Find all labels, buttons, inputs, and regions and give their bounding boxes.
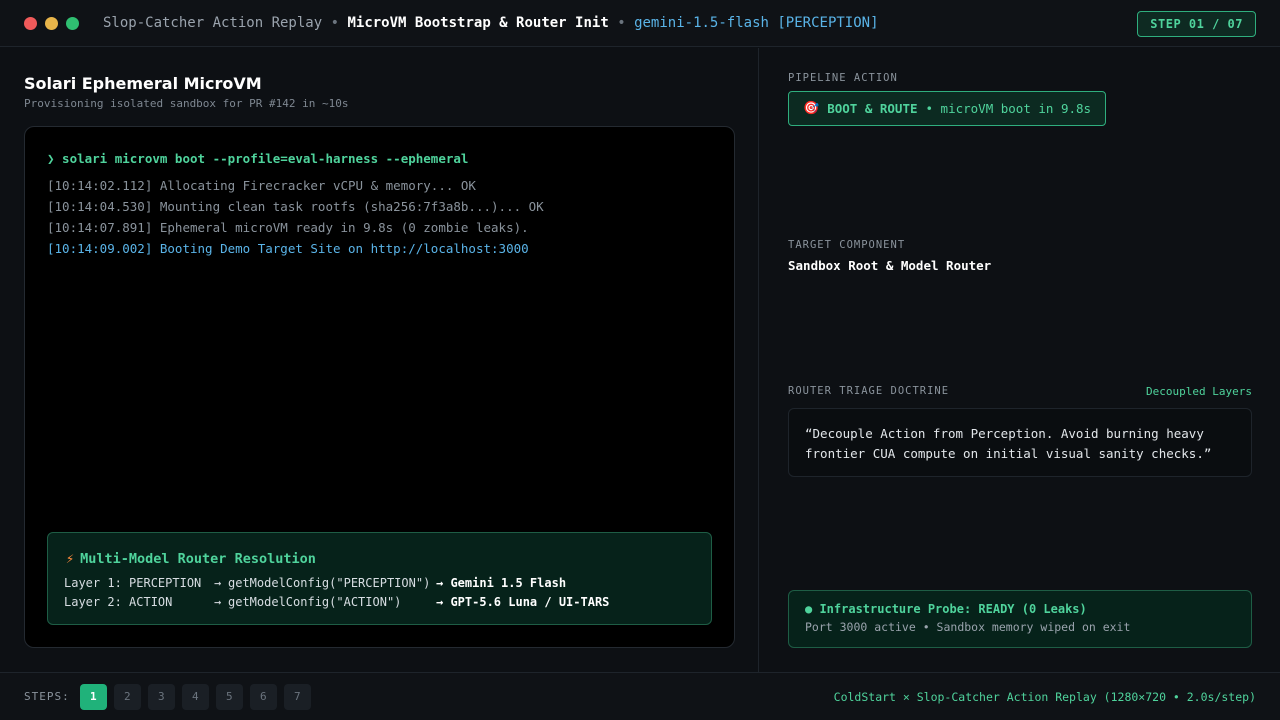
router-layer: Layer 1: PERCEPTION: [64, 576, 202, 590]
step-button-4[interactable]: 4: [181, 683, 209, 710]
details-panel: PIPELINE ACTION 🎯 BOOT & ROUTE • microVM…: [760, 48, 1280, 672]
pipeline-action-label: PIPELINE ACTION: [788, 72, 898, 84]
window-controls: [24, 16, 79, 30]
log-line: [10:14:07.891] Ephemeral microVM ready i…: [47, 220, 529, 235]
step-button-7[interactable]: 7: [283, 683, 311, 710]
footer-caption: ColdStart × Slop-Catcher Action Replay (…: [833, 689, 1256, 704]
step-button-6[interactable]: 6: [249, 683, 277, 710]
doctrine-quote: “Decouple Action from Perception. Avoid …: [788, 408, 1252, 477]
terminal-command: ❯ solari microvm boot --profile=eval-har…: [47, 151, 469, 166]
step-button-5[interactable]: 5: [215, 683, 243, 710]
doctrine-label: ROUTER TRIAGE DOCTRINE: [788, 385, 950, 397]
app-name: Slop-Catcher Action Replay: [103, 15, 323, 31]
router-layer: Layer 2: ACTION: [64, 595, 173, 609]
window-title: Slop-Catcher Action Replay • MicroVM Boo…: [103, 15, 879, 31]
title-separator: •: [330, 15, 340, 31]
log-line: [10:14:04.530] Mounting clean task rootf…: [47, 199, 544, 214]
target-icon: 🎯: [803, 101, 820, 116]
doctrine-tag: Decoupled Layers: [1146, 385, 1252, 398]
title-separator: •: [617, 15, 626, 31]
model-name: gemini-1.5-flash [PERCEPTION]: [634, 15, 879, 31]
action-detail: • microVM boot in 9.8s: [925, 101, 1092, 116]
arrow-icon: →: [214, 595, 222, 609]
minimize-window-button[interactable]: [45, 16, 58, 30]
target-component-value: Sandbox Root & Model Router: [788, 258, 992, 273]
microvm-panel: Solari Ephemeral MicroVM Provisioning is…: [0, 48, 759, 672]
title-bar: Slop-Catcher Action Replay • MicroVM Boo…: [0, 0, 1280, 47]
probe-status: ● Infrastructure Probe: READY (0 Leaks): [805, 602, 1087, 616]
step-button-3[interactable]: 3: [147, 683, 175, 710]
router-call: getModelConfig("ACTION"): [228, 595, 402, 609]
step-button-1[interactable]: 1: [79, 683, 107, 710]
log-line-active: [10:14:09.002] Booting Demo Target Site …: [47, 241, 529, 256]
close-window-button[interactable]: [24, 16, 37, 30]
router-row: Layer 1: PERCEPTION → getModelConfig("PE…: [64, 574, 609, 593]
router-resolution-card: ⚡ Multi-Model Router Resolution Layer 1: …: [47, 532, 712, 625]
router-model: → Gemini 1.5 Flash: [436, 576, 567, 590]
steps-label: STEPS:: [24, 690, 70, 703]
lightning-icon: ⚡: [66, 551, 75, 567]
probe-detail: Port 3000 active • Sandbox memory wiped …: [805, 620, 1131, 634]
target-component-label: TARGET COMPONENT: [788, 239, 906, 251]
infrastructure-probe-card: ● Infrastructure Probe: READY (0 Leaks) …: [788, 590, 1252, 648]
pipeline-action-pill: 🎯 BOOT & ROUTE • microVM boot in 9.8s: [788, 91, 1107, 126]
scenario-name: MicroVM Bootstrap & Router Init: [347, 15, 609, 31]
footer-bar: STEPS: 1 2 3 4 5 6 7 ColdStart × Slop-Ca…: [0, 672, 1280, 720]
step-navigator: 1 2 3 4 5 6 7: [79, 683, 311, 710]
router-call: getModelConfig("PERCEPTION"): [228, 576, 431, 590]
router-card-title: ⚡ Multi-Model Router Resolution: [66, 551, 316, 567]
panel-subtitle: Provisioning isolated sandbox for PR #14…: [24, 97, 349, 110]
action-name: BOOT & ROUTE: [827, 101, 918, 116]
panel-title: Solari Ephemeral MicroVM: [24, 74, 262, 93]
router-model: → GPT-5.6 Luna / UI-TARS: [436, 595, 610, 609]
router-title-text: Multi-Model Router Resolution: [80, 551, 316, 567]
router-mapping-list: Layer 1: PERCEPTION → getModelConfig("PE…: [64, 574, 609, 612]
log-line: [10:14:02.112] Allocating Firecracker vC…: [47, 178, 476, 193]
step-button-2[interactable]: 2: [113, 683, 141, 710]
terminal-log: [10:14:02.112] Allocating Firecracker vC…: [47, 175, 544, 259]
terminal-window: ❯ solari microvm boot --profile=eval-har…: [24, 126, 735, 648]
step-counter-badge: STEP 01 / 07: [1137, 11, 1256, 37]
router-row: Layer 2: ACTION → getModelConfig("ACTION…: [64, 593, 609, 612]
maximize-window-button[interactable]: [66, 16, 79, 30]
arrow-icon: →: [214, 576, 222, 590]
